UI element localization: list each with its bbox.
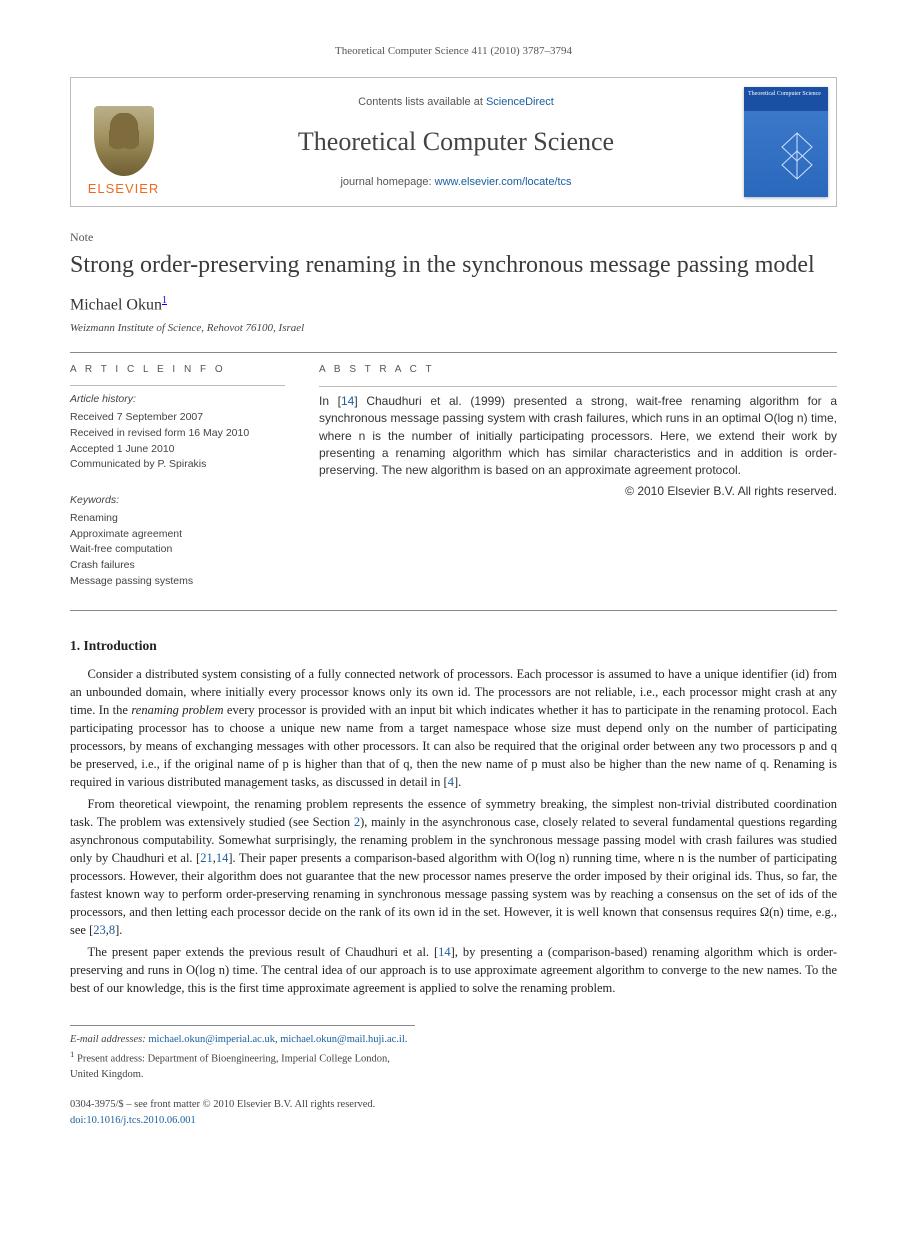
masthead-center: Contents lists available at ScienceDirec… [176,78,736,206]
keyword-item: Approximate agreement [70,527,285,543]
p1-c: ]. [454,775,461,789]
article-type-label: Note [70,229,837,246]
keyword-item: Renaming [70,511,285,527]
article-info-heading: A R T I C L E I N F O [70,363,285,377]
divider-mid [70,610,837,611]
p2-ref-link-b[interactable]: 14 [216,851,229,865]
intro-paragraph-2: From theoretical viewpoint, the renaming… [70,795,837,939]
history-accepted: Accepted 1 June 2010 [70,442,285,458]
front-matter-line: 0304-3975/$ – see front matter © 2010 El… [70,1097,837,1113]
history-label: Article history: [70,392,285,408]
homepage-prefix: journal homepage: [340,176,434,188]
author-text: Michael Okun [70,297,162,314]
body-section: 1. Introduction Consider a distributed s… [70,637,837,998]
divider-top [70,352,837,353]
cover-title: Theoretical Computer Science [748,91,824,98]
keyword-item: Wait-free computation [70,542,285,558]
doi-line: doi:10.1016/j.tcs.2010.06.001 [70,1113,837,1129]
doi-label[interactable]: doi: [70,1115,86,1126]
footnotes: E-mail addresses: michael.okun@imperial.… [70,1025,415,1083]
journal-masthead: ELSEVIER Contents lists available at Sci… [70,77,837,207]
page-footer: 0304-3975/$ – see front matter © 2010 El… [70,1097,837,1129]
journal-homepage-link[interactable]: www.elsevier.com/locate/tcs [435,176,572,188]
author-name: Michael Okun1 [70,294,837,317]
history-received: Received 7 September 2007 [70,410,285,426]
email-link-2[interactable]: michael.okun@mail.huji.ac.il [280,1034,405,1045]
cover-thumb-holder: Theoretical Computer Science [736,78,836,206]
email-link-1[interactable]: michael.okun@imperial.ac.uk [148,1034,275,1045]
publisher-block: ELSEVIER [71,78,176,206]
publisher-name: ELSEVIER [88,180,160,198]
running-head: Theoretical Computer Science 411 (2010) … [70,44,837,59]
elsevier-tree-icon [94,106,154,176]
email-end: . [405,1034,408,1045]
section-heading-introduction: 1. Introduction [70,637,837,656]
author-affiliation: Weizmann Institute of Science, Rehovot 7… [70,321,837,336]
abs-post: ] Chaudhuri et al. (1999) presented a st… [319,394,837,478]
p3-a: The present paper extends the previous r… [88,945,439,959]
abs-ref-link[interactable]: 14 [341,394,354,408]
journal-name: Theoretical Computer Science [182,124,730,160]
abstract-text: In [14] Chaudhuri et al. (1999) presente… [319,386,837,500]
keywords-block: Keywords: Renaming Approximate agreement… [70,487,285,590]
info-abstract-row: A R T I C L E I N F O Article history: R… [70,363,837,603]
abstract-copyright: © 2010 Elsevier B.V. All rights reserved… [319,482,837,500]
intro-paragraph-3: The present paper extends the previous r… [70,943,837,997]
history-communicated: Communicated by P. Spirakis [70,457,285,473]
cover-graphic-icon [772,129,822,189]
email-footnote: E-mail addresses: michael.okun@imperial.… [70,1032,415,1048]
contents-prefix: Contents lists available at [358,96,486,108]
abstract-heading: A B S T R A C T [319,363,837,378]
abs-pre: In [ [319,394,341,408]
author-footnote-link[interactable]: 1 [162,295,167,306]
contents-available-line: Contents lists available at ScienceDirec… [182,95,730,110]
keyword-item: Crash failures [70,558,285,574]
article-title: Strong order-preserving renaming in the … [70,250,837,280]
keyword-item: Message passing systems [70,574,285,590]
keywords-label: Keywords: [70,493,285,509]
p3-ref-link[interactable]: 14 [438,945,451,959]
p2-ref-link-a[interactable]: 21 [200,851,213,865]
email-label: E-mail addresses: [70,1034,146,1045]
article-history-block: Article history: Received 7 September 20… [70,385,285,473]
article-info-column: A R T I C L E I N F O Article history: R… [70,363,285,603]
doi-link[interactable]: 10.1016/j.tcs.2010.06.001 [86,1115,195,1126]
address-footnote: 1 Present address: Department of Bioengi… [70,1048,415,1083]
footnote-text: Present address: Department of Bioengine… [70,1054,390,1081]
journal-homepage-line: journal homepage: www.elsevier.com/locat… [182,175,730,190]
abstract-column: A B S T R A C T In [14] Chaudhuri et al.… [319,363,837,603]
p1-em: renaming problem [131,703,223,717]
intro-paragraph-1: Consider a distributed system consisting… [70,665,837,791]
sciencedirect-link[interactable]: ScienceDirect [486,96,554,108]
p2-ref-link-c[interactable]: 23 [93,923,106,937]
p2-d: ]. [115,923,122,937]
journal-cover-thumbnail: Theoretical Computer Science [744,87,828,197]
history-revised: Received in revised form 16 May 2010 [70,426,285,442]
